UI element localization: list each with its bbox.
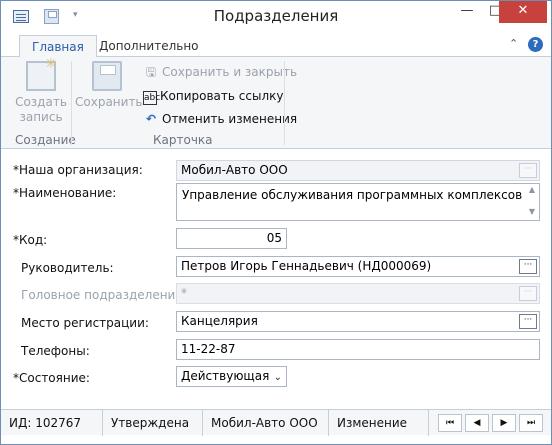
state-value: Действующая xyxy=(181,369,270,383)
state-select[interactable]: Действующая ⌄ xyxy=(176,366,287,387)
our-org-value: Мобил-Авто ООО xyxy=(181,163,288,177)
name-textarea[interactable]: Управление обслуживания программных комп… xyxy=(176,183,540,221)
nav-first-button[interactable]: ⏮ xyxy=(438,414,462,432)
save-close-icon: 🖫 xyxy=(145,65,157,79)
minimize-button[interactable]: — xyxy=(453,1,481,23)
record-form: *Наша организация: Мобил-Авто ООО ··· *Н… xyxy=(1,150,551,409)
nav-prev-button[interactable]: ◀ xyxy=(465,414,489,432)
save-label: Сохранить xyxy=(75,95,143,109)
create-record-label-line2: запись xyxy=(19,110,63,124)
nav-next-button[interactable]: ▶ xyxy=(492,414,516,432)
code-label: *Код: xyxy=(13,233,48,247)
status-approval: Утверждена xyxy=(103,410,203,436)
group-label-create: Создание xyxy=(15,133,76,147)
parent-field: * ··· xyxy=(176,283,540,304)
save-and-close-label: Сохранить и закрыть xyxy=(162,65,298,79)
code-input[interactable]: 05 xyxy=(176,228,287,249)
status-bar: ИД: 102767 Утверждена Мобил-Авто ООО Изм… xyxy=(1,409,551,436)
tab-additional[interactable]: Дополнительно xyxy=(87,35,211,58)
our-org-picker-button[interactable]: ··· xyxy=(519,163,537,178)
chevron-down-icon: ⌄ xyxy=(273,372,282,383)
state-label: *Состояние: xyxy=(13,371,90,385)
group-label-card: Карточка xyxy=(153,133,213,147)
reg-place-picker-button[interactable]: ··· xyxy=(519,314,537,329)
scroll-down-icon[interactable]: ▼ xyxy=(526,207,538,216)
phones-input[interactable]: 11-22-87 xyxy=(176,339,540,360)
head-value: Петров Игорь Геннадьевич (НД000069) xyxy=(181,259,432,273)
save-button[interactable]: Сохранить xyxy=(75,61,143,110)
create-record-button[interactable]: Создать запись xyxy=(13,57,69,125)
parent-picker-button: ··· xyxy=(519,286,537,301)
save-and-close-button[interactable]: 🖫 Сохранить и закрыть xyxy=(143,63,297,81)
ribbon-separator xyxy=(284,61,285,145)
copy-link-button[interactable]: abcКопировать ссылку xyxy=(143,87,283,105)
reg-place-field[interactable]: Канцелярия ··· xyxy=(176,311,540,332)
our-org-label: *Наша организация: xyxy=(13,163,143,177)
link-icon: abc xyxy=(143,91,161,105)
ribbon-separator xyxy=(71,61,72,145)
create-record-label-line1: Создать xyxy=(15,95,67,109)
head-field[interactable]: Петров Игорь Геннадьевич (НД000069) ··· xyxy=(176,256,540,277)
title-bar: ▾ Подразделения — □ ✕ xyxy=(1,1,551,32)
cancel-changes-label: Отменить изменения xyxy=(162,112,298,126)
head-picker-button[interactable]: ··· xyxy=(519,259,537,274)
collapse-ribbon-icon[interactable]: ⌃ xyxy=(509,37,518,50)
window: ▾ Подразделения — □ ✕ Главная Дополнител… xyxy=(0,0,552,445)
parent-label: Головное подразделение: xyxy=(21,288,187,302)
ribbon: Создать запись Создание Сохранить 🖫 Сохра… xyxy=(1,57,551,149)
name-value: Управление обслуживания программных комп… xyxy=(182,188,523,202)
tab-main[interactable]: Главная xyxy=(19,35,97,58)
reg-place-label: Место регистрации: xyxy=(21,316,149,330)
help-icon[interactable]: ? xyxy=(528,37,543,52)
cancel-changes-button[interactable]: ↶ Отменить изменения xyxy=(143,110,297,128)
status-org: Мобил-Авто ООО xyxy=(203,410,329,436)
create-record-icon xyxy=(26,57,57,91)
status-id: ИД: 102767 xyxy=(1,410,103,436)
save-icon xyxy=(92,61,122,91)
phones-label: Телефоны: xyxy=(21,344,90,358)
scroll-up-icon[interactable]: ▲ xyxy=(526,185,538,194)
head-label: Руководитель: xyxy=(21,261,114,275)
name-label: *Наименование: xyxy=(13,186,117,200)
parent-value: * xyxy=(181,286,187,300)
our-org-field[interactable]: Мобил-Авто ООО ··· xyxy=(176,160,540,181)
nav-last-button[interactable]: ⏭ xyxy=(519,414,543,432)
status-mode: Изменение xyxy=(329,410,429,436)
copy-link-label: Копировать ссылку xyxy=(160,89,284,103)
undo-icon: ↶ xyxy=(145,112,157,126)
ribbon-tabs: Главная Дополнительно ⌃ ? xyxy=(1,32,551,58)
close-button[interactable]: ✕ xyxy=(499,1,547,23)
reg-place-value: Канцелярия xyxy=(181,314,258,328)
